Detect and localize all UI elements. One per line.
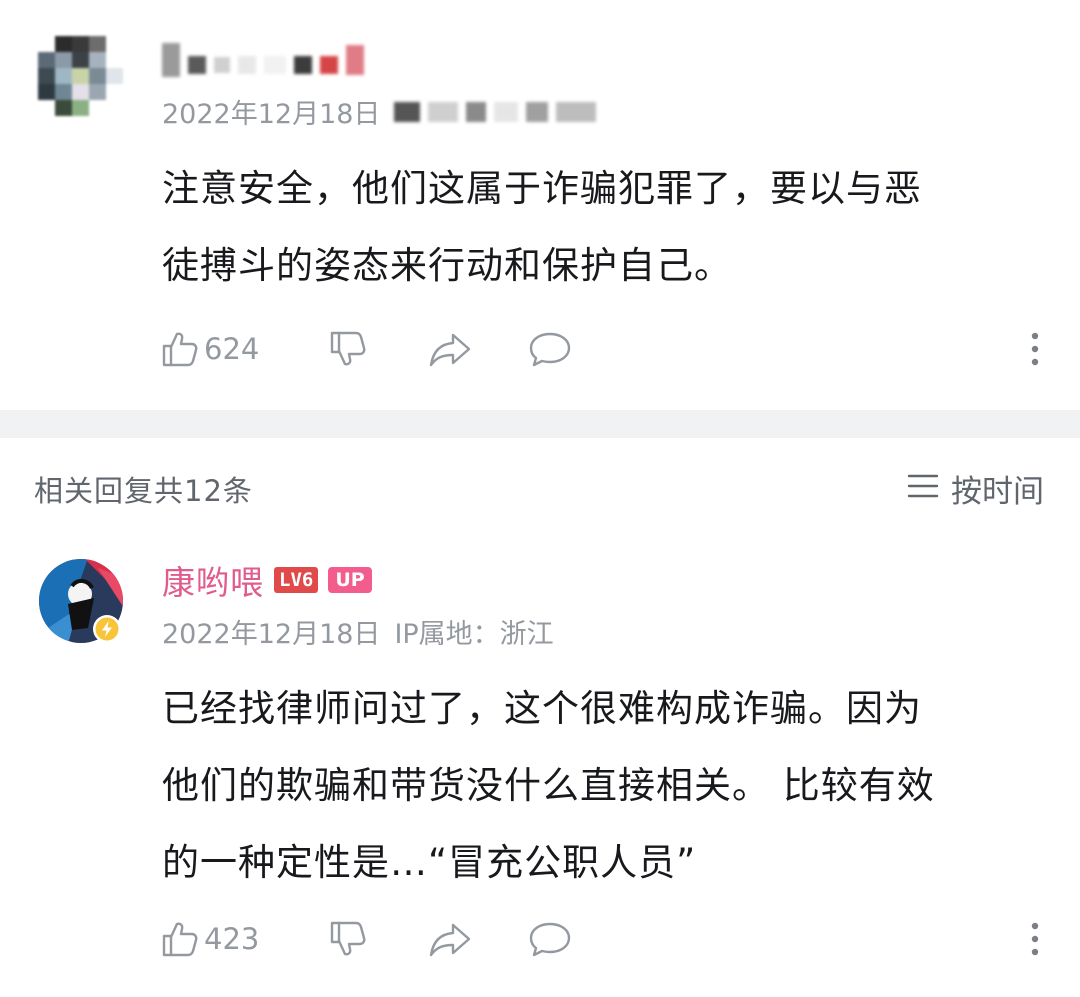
reply-button[interactable] <box>528 919 628 959</box>
comment-card: 康哟喂 LV6 UP 2022年12月18日 IP属地：浙江 已经找律师问过了，… <box>0 530 1080 997</box>
comment-text-line: 注意安全，他们这属于诈骗犯罪了，要以与恶 <box>162 167 922 210</box>
share-icon <box>428 919 472 959</box>
more-vertical-icon <box>1030 921 1040 957</box>
comment-meta: 2022年12月18日 <box>162 92 597 131</box>
username-row: 康哟喂 LV6 UP <box>162 558 372 602</box>
comment-icon <box>528 919 572 959</box>
comment-icon <box>528 329 572 369</box>
like-count: 423 <box>204 922 260 956</box>
thumb-down-icon <box>328 329 368 369</box>
share-button[interactable] <box>428 329 528 369</box>
thumb-up-icon <box>160 329 200 369</box>
comment-date: 2022年12月18日 <box>162 99 381 130</box>
avatar[interactable] <box>38 36 124 132</box>
more-button[interactable] <box>1030 921 1040 957</box>
like-count: 624 <box>204 332 260 366</box>
comment-text: 已经找律师问过了，这个很难构成诈骗。因为 他们的欺骗和带货没什么直接相关。 比较… <box>162 670 1032 901</box>
share-icon <box>428 329 472 369</box>
comment-text-line: 的一种定性是…“冒充公职人员” <box>162 841 697 884</box>
comment-card: 2022年12月18日 注意安全，他们这属于诈骗犯罪了，要以与恶 徒搏斗的姿态来… <box>0 0 1080 410</box>
avatar[interactable] <box>38 558 124 644</box>
thumb-down-icon <box>328 919 368 959</box>
share-button[interactable] <box>428 919 528 959</box>
sort-label: 按时间 <box>951 474 1044 510</box>
sort-by-time-button[interactable]: 按时间 <box>907 466 1044 511</box>
username-row <box>162 38 364 82</box>
dislike-button[interactable] <box>328 329 428 369</box>
like-button[interactable]: 624 <box>160 329 328 369</box>
pixelated-avatar-image <box>38 36 124 132</box>
comment-date: 2022年12月18日 <box>162 619 381 650</box>
comment-text-line: 他们的欺骗和带货没什么直接相关。 比较有效 <box>162 764 935 807</box>
blurred-username[interactable] <box>162 43 364 77</box>
up-badge: UP <box>328 567 372 593</box>
like-button[interactable]: 423 <box>160 919 328 959</box>
more-button[interactable] <box>1030 331 1040 367</box>
comment-text: 注意安全，他们这属于诈骗犯罪了，要以与恶 徒搏斗的姿态来行动和保护自己。 <box>162 150 1032 304</box>
blurred-ip-location <box>394 101 597 122</box>
comment-text-line: 已经找律师问过了，这个很难构成诈骗。因为 <box>162 687 922 730</box>
section-divider <box>0 410 1080 438</box>
dislike-button[interactable] <box>328 919 428 959</box>
sort-lines-icon <box>907 471 939 507</box>
replies-count-label: 相关回复共12条 <box>34 474 253 508</box>
more-vertical-icon <box>1030 331 1040 367</box>
comment-meta: 2022年12月18日 IP属地：浙江 <box>162 612 554 651</box>
reply-button[interactable] <box>528 329 628 369</box>
comment-actions: 624 <box>160 324 1040 374</box>
thumb-up-icon <box>160 919 200 959</box>
username[interactable]: 康哟喂 <box>162 556 264 604</box>
comment-actions: 423 <box>160 914 1040 964</box>
lightning-badge-icon <box>92 614 122 648</box>
ip-location: IP属地：浙江 <box>394 619 554 650</box>
level-badge: LV6 <box>274 567 319 593</box>
replies-header: 相关回复共12条 按时间 <box>0 438 1080 530</box>
comment-text-line: 徒搏斗的姿态来行动和保护自己。 <box>162 244 732 287</box>
